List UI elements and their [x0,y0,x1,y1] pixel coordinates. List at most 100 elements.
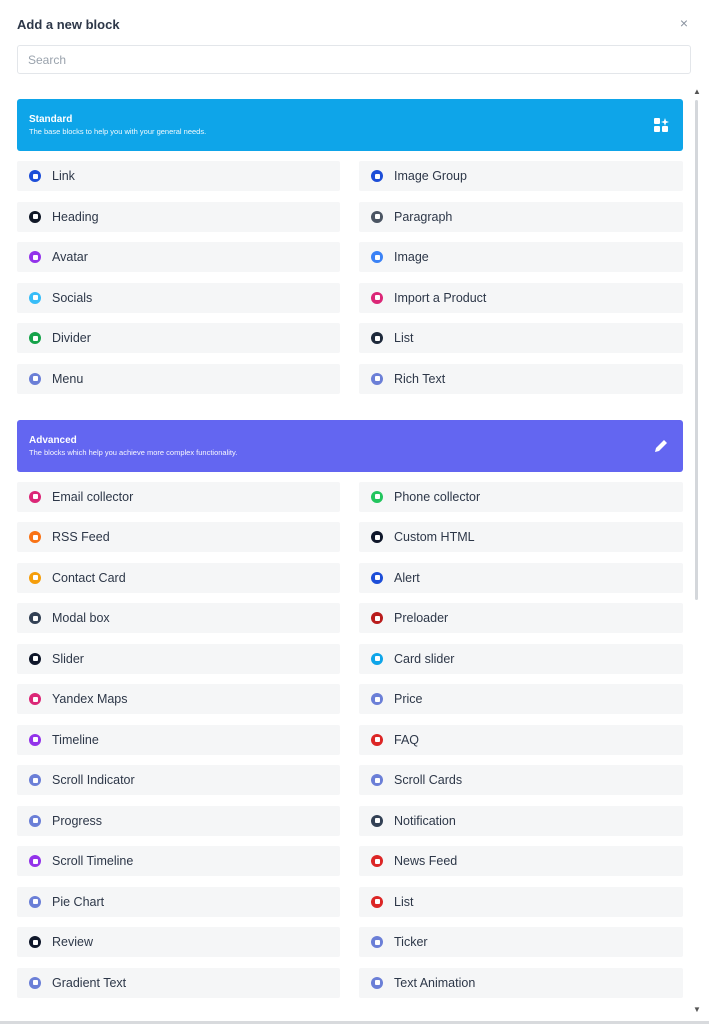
block-item[interactable]: Scroll Cards [359,765,683,795]
price-icon [371,693,383,705]
category-title: Standard [29,114,73,125]
block-item[interactable]: Pie Chart [17,886,340,917]
block-item[interactable]: List [359,886,683,917]
block-label: Text Animation [394,975,476,990]
block-label: Progress [52,813,103,828]
gradient-text-icon [29,976,41,989]
modal-header: Add a new block × [17,16,692,36]
block-label: Timeline [52,732,99,747]
block-label: Link [52,169,75,183]
scroll-up-icon[interactable]: ▲ [693,88,701,96]
block-label: News Feed [394,854,458,868]
block-item[interactable]: List [359,323,683,353]
block-item[interactable]: Timeline [17,724,340,755]
block-item[interactable]: Image Group [359,161,683,191]
block-label: Scroll Indicator [52,773,135,787]
block-item[interactable]: Contact Card [17,562,340,593]
progress-icon [29,814,41,827]
list-icon [371,332,383,344]
block-item[interactable]: Gradient Text [17,967,340,998]
block-label: Email collector [52,489,134,504]
block-item[interactable]: News Feed [359,846,683,876]
list-icon [371,895,383,908]
socials-icon [29,291,41,304]
scrollbar-thumb[interactable] [695,100,698,600]
block-item[interactable]: Email collector [17,481,340,512]
heading-icon [29,210,41,223]
timeline-icon [29,733,41,746]
block-item[interactable]: Notification [359,805,683,836]
block-item[interactable]: Slider [17,643,340,674]
block-label: Heading [52,209,99,224]
link-icon [29,170,41,182]
block-item[interactable]: Socials [17,282,340,313]
block-item[interactable]: Heading [17,201,340,232]
block-item[interactable]: Rich Text [359,363,683,394]
block-label: Divider [52,331,91,345]
block-label: Yandex Maps [52,692,128,706]
news-feed-icon [371,855,383,867]
block-item[interactable]: Custom HTML [359,522,683,552]
block-item[interactable]: Text Animation [359,967,683,998]
block-label: Gradient Text [52,975,127,990]
block-label: Notification [394,813,456,828]
block-label: Menu [52,371,84,386]
block-label: Avatar [52,250,88,264]
block-label: Price [394,692,423,706]
block-item[interactable]: Price [359,684,683,714]
close-icon[interactable]: × [676,16,692,32]
scroll-down-icon[interactable]: ▼ [693,1006,701,1014]
block-label: Modal box [52,611,110,625]
scrollbar[interactable]: ▲ ▼ [693,88,701,1014]
block-label: Image [394,250,429,264]
block-list: Standard The base blocks to help you wit… [17,99,683,1012]
block-item[interactable]: FAQ [359,724,683,755]
block-label: List [394,331,414,345]
block-label: Scroll Cards [394,773,463,787]
category-description: The blocks which help you achieve more c… [29,447,238,457]
scroll-indicator-icon [29,774,41,786]
block-label: Review [52,935,93,949]
review-icon [29,936,41,948]
block-item[interactable]: Import a Product [359,282,683,313]
add-block-modal: Add a new block × Standard The base bloc… [0,0,709,1024]
block-item[interactable]: Alert [359,562,683,593]
block-label: RSS Feed [52,530,110,544]
modal-icon [29,612,41,624]
block-item[interactable]: Divider [17,323,340,353]
block-item[interactable]: Menu [17,363,340,394]
avatar-icon [29,251,41,263]
block-item[interactable]: Modal box [17,603,340,633]
search-input[interactable] [17,45,691,74]
block-label: Card slider [394,651,455,666]
scroll-timeline-icon [29,855,41,867]
card-slider-icon [371,652,383,665]
notification-icon [371,814,383,827]
link-icon [371,170,383,182]
block-item[interactable]: Scroll Timeline [17,846,340,876]
block-item[interactable]: Ticker [359,927,683,957]
block-item[interactable]: Image [359,242,683,272]
block-item[interactable]: Card slider [359,643,683,674]
block-label: List [394,894,414,909]
scroll-cards-icon [371,774,383,786]
block-item[interactable]: Yandex Maps [17,684,340,714]
block-item[interactable]: RSS Feed [17,522,340,552]
category-advanced-header: Advanced The blocks which help you achie… [17,419,683,472]
block-item[interactable]: Scroll Indicator [17,765,340,795]
block-label: Contact Card [52,570,126,585]
block-item[interactable]: Progress [17,805,340,836]
text-animation-icon [371,976,383,989]
block-item[interactable]: Avatar [17,242,340,272]
block-item[interactable]: Phone collector [359,481,683,512]
block-label: Paragraph [394,209,453,224]
advanced-blocks-grid: Email collector Phone collector RSS Feed Cu… [17,481,683,998]
paragraph-icon [371,210,383,223]
block-label: Socials [52,290,93,305]
block-item[interactable]: Paragraph [359,201,683,232]
preloader-icon [371,612,383,624]
block-label: Alert [394,570,420,585]
block-item[interactable]: Link [17,161,340,191]
block-item[interactable]: Preloader [359,603,683,633]
block-item[interactable]: Review [17,927,340,957]
